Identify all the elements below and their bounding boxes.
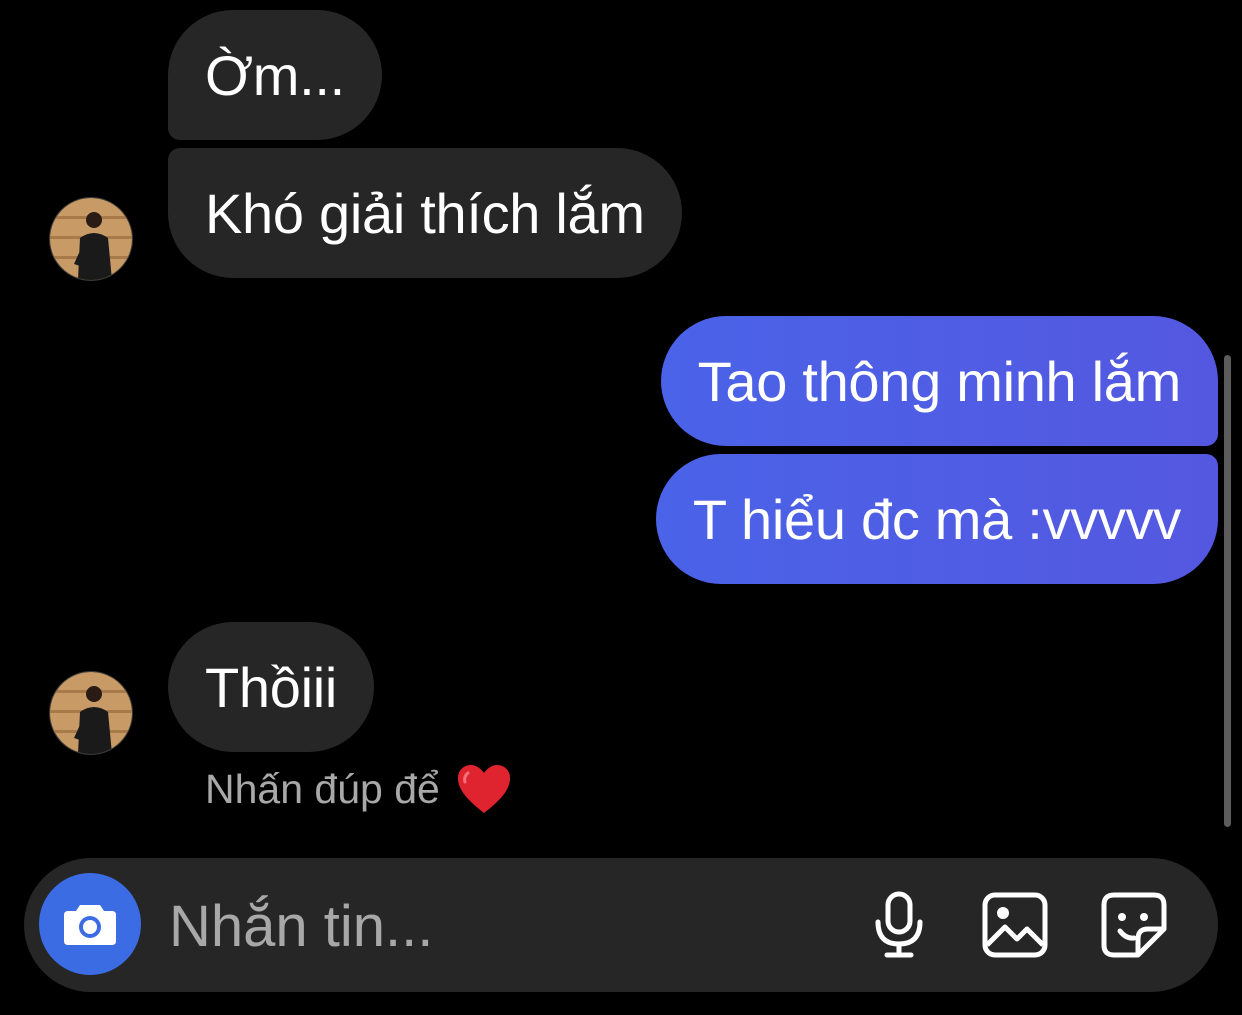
avatar[interactable] (49, 671, 133, 755)
message-bubble-incoming[interactable]: Ờm... (168, 10, 382, 140)
message-bubble-incoming[interactable]: Thồiii (168, 622, 375, 752)
message-bubble-outgoing[interactable]: T hiểu đc mà :vvvvv (655, 454, 1218, 584)
message-text: Ờm... (205, 43, 345, 107)
gallery-icon (982, 892, 1048, 958)
avatar-photo (50, 672, 132, 754)
hint-text: Nhấn đúp để (205, 765, 440, 812)
sticker-button[interactable] (1097, 888, 1171, 962)
sticker-icon (1101, 892, 1167, 958)
double-tap-hint: Nhấn đúp để (205, 763, 512, 815)
gallery-button[interactable] (978, 888, 1052, 962)
message-bubble-outgoing[interactable]: Tao thông minh lắm (660, 316, 1218, 446)
message-input[interactable] (169, 891, 849, 961)
message-bubble-incoming[interactable]: Khó giải thích lắm (168, 148, 682, 278)
scrollbar[interactable] (1224, 355, 1231, 827)
camera-icon (64, 905, 116, 945)
message-text: T hiểu đc mà :vvvvv (692, 487, 1181, 551)
avatar-photo (50, 198, 132, 280)
message-composer (24, 858, 1218, 992)
heart-icon (456, 763, 512, 815)
message-text: Tao thông minh lắm (697, 349, 1182, 413)
message-text: Khó giải thích lắm (205, 181, 645, 245)
message-text: Thồiii (205, 655, 338, 719)
microphone-icon (875, 891, 923, 958)
microphone-button[interactable] (862, 888, 936, 962)
avatar[interactable] (49, 197, 133, 281)
camera-button[interactable] (39, 873, 141, 975)
